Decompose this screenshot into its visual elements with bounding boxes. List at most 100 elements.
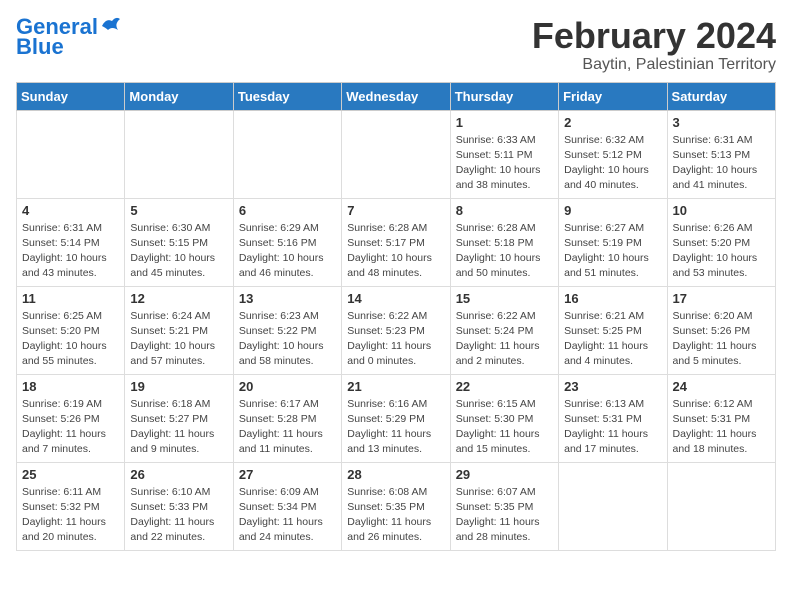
header-row: SundayMondayTuesdayWednesdayThursdayFrid… bbox=[17, 82, 776, 110]
day-number: 7 bbox=[347, 203, 444, 218]
calendar-cell: 11Sunrise: 6:25 AM Sunset: 5:20 PM Dayli… bbox=[17, 286, 125, 374]
day-number: 28 bbox=[347, 467, 444, 482]
cell-info: Sunrise: 6:15 AM Sunset: 5:30 PM Dayligh… bbox=[456, 397, 553, 458]
calendar-cell: 19Sunrise: 6:18 AM Sunset: 5:27 PM Dayli… bbox=[125, 374, 233, 462]
calendar-week-row: 1 Sunrise: 6:33 AM Sunset: 5:11 PM Daylig… bbox=[17, 110, 776, 198]
calendar-cell: 1 Sunrise: 6:33 AM Sunset: 5:11 PM Daylig… bbox=[450, 110, 558, 198]
calendar-cell: 13 Sunrise: 6:23 AM Sunset: 5:22 PM Dayli… bbox=[233, 286, 341, 374]
page-header: General Blue February 2024 Baytin, Pales… bbox=[16, 16, 776, 74]
cell-info: Sunrise: 6:32 AM Sunset: 5:12 PM Dayligh… bbox=[564, 133, 661, 194]
calendar-cell: 10 Sunrise: 6:26 AM Sunset: 5:20 PM Dayli… bbox=[667, 198, 775, 286]
calendar-cell: 4 Sunrise: 6:31 AM Sunset: 5:14 PM Daylig… bbox=[17, 198, 125, 286]
day-number: 18 bbox=[22, 379, 119, 394]
cell-info: Sunrise: 6:13 AM Sunset: 5:31 PM Dayligh… bbox=[564, 397, 661, 458]
calendar-cell: 24Sunrise: 6:12 AM Sunset: 5:31 PM Dayli… bbox=[667, 374, 775, 462]
calendar-week-row: 11Sunrise: 6:25 AM Sunset: 5:20 PM Dayli… bbox=[17, 286, 776, 374]
header-day: Sunday bbox=[17, 82, 125, 110]
day-number: 19 bbox=[130, 379, 227, 394]
day-number: 4 bbox=[22, 203, 119, 218]
calendar-cell bbox=[125, 110, 233, 198]
header-day: Tuesday bbox=[233, 82, 341, 110]
cell-info: Sunrise: 6:19 AM Sunset: 5:26 PM Dayligh… bbox=[22, 397, 119, 458]
calendar-cell: 28 Sunrise: 6:08 AM Sunset: 5:35 PM Dayli… bbox=[342, 462, 450, 550]
day-number: 11 bbox=[22, 291, 119, 306]
day-number: 29 bbox=[456, 467, 553, 482]
calendar-week-row: 4 Sunrise: 6:31 AM Sunset: 5:14 PM Daylig… bbox=[17, 198, 776, 286]
calendar-table: SundayMondayTuesdayWednesdayThursdayFrid… bbox=[16, 82, 776, 551]
day-number: 3 bbox=[673, 115, 770, 130]
calendar-week-row: 18 Sunrise: 6:19 AM Sunset: 5:26 PM Dayli… bbox=[17, 374, 776, 462]
calendar-cell: 8 Sunrise: 6:28 AM Sunset: 5:18 PM Daylig… bbox=[450, 198, 558, 286]
calendar-cell: 26 Sunrise: 6:10 AM Sunset: 5:33 PM Dayli… bbox=[125, 462, 233, 550]
cell-info: Sunrise: 6:23 AM Sunset: 5:22 PM Dayligh… bbox=[239, 309, 336, 370]
cell-info: Sunrise: 6:31 AM Sunset: 5:14 PM Dayligh… bbox=[22, 221, 119, 282]
day-number: 13 bbox=[239, 291, 336, 306]
day-number: 12 bbox=[130, 291, 227, 306]
logo: General Blue bbox=[16, 16, 122, 60]
cell-info: Sunrise: 6:22 AM Sunset: 5:23 PM Dayligh… bbox=[347, 309, 444, 370]
cell-info: Sunrise: 6:20 AM Sunset: 5:26 PM Dayligh… bbox=[673, 309, 770, 370]
cell-info: Sunrise: 6:33 AM Sunset: 5:11 PM Dayligh… bbox=[456, 133, 553, 194]
calendar-body: 1 Sunrise: 6:33 AM Sunset: 5:11 PM Daylig… bbox=[17, 110, 776, 550]
calendar-cell bbox=[559, 462, 667, 550]
cell-info: Sunrise: 6:28 AM Sunset: 5:17 PM Dayligh… bbox=[347, 221, 444, 282]
day-number: 10 bbox=[673, 203, 770, 218]
cell-info: Sunrise: 6:16 AM Sunset: 5:29 PM Dayligh… bbox=[347, 397, 444, 458]
calendar-cell: 3 Sunrise: 6:31 AM Sunset: 5:13 PM Daylig… bbox=[667, 110, 775, 198]
day-number: 27 bbox=[239, 467, 336, 482]
calendar-cell: 2 Sunrise: 6:32 AM Sunset: 5:12 PM Daylig… bbox=[559, 110, 667, 198]
day-number: 14 bbox=[347, 291, 444, 306]
day-number: 8 bbox=[456, 203, 553, 218]
day-number: 23 bbox=[564, 379, 661, 394]
day-number: 26 bbox=[130, 467, 227, 482]
day-number: 21 bbox=[347, 379, 444, 394]
calendar-cell: 12 Sunrise: 6:24 AM Sunset: 5:21 PM Dayli… bbox=[125, 286, 233, 374]
day-number: 20 bbox=[239, 379, 336, 394]
calendar-cell: 9Sunrise: 6:27 AM Sunset: 5:19 PM Daylig… bbox=[559, 198, 667, 286]
calendar-week-row: 25Sunrise: 6:11 AM Sunset: 5:32 PM Dayli… bbox=[17, 462, 776, 550]
cell-info: Sunrise: 6:26 AM Sunset: 5:20 PM Dayligh… bbox=[673, 221, 770, 282]
calendar-cell: 16 Sunrise: 6:21 AM Sunset: 5:25 PM Dayli… bbox=[559, 286, 667, 374]
day-number: 25 bbox=[22, 467, 119, 482]
day-number: 6 bbox=[239, 203, 336, 218]
cell-info: Sunrise: 6:09 AM Sunset: 5:34 PM Dayligh… bbox=[239, 485, 336, 546]
calendar-cell: 17 Sunrise: 6:20 AM Sunset: 5:26 PM Dayli… bbox=[667, 286, 775, 374]
calendar-cell: 23 Sunrise: 6:13 AM Sunset: 5:31 PM Dayli… bbox=[559, 374, 667, 462]
cell-info: Sunrise: 6:24 AM Sunset: 5:21 PM Dayligh… bbox=[130, 309, 227, 370]
calendar-cell: 18 Sunrise: 6:19 AM Sunset: 5:26 PM Dayli… bbox=[17, 374, 125, 462]
calendar-cell bbox=[342, 110, 450, 198]
calendar-cell: 5 Sunrise: 6:30 AM Sunset: 5:15 PM Daylig… bbox=[125, 198, 233, 286]
calendar-header: SundayMondayTuesdayWednesdayThursdayFrid… bbox=[17, 82, 776, 110]
calendar-cell: 21 Sunrise: 6:16 AM Sunset: 5:29 PM Dayli… bbox=[342, 374, 450, 462]
cell-info: Sunrise: 6:17 AM Sunset: 5:28 PM Dayligh… bbox=[239, 397, 336, 458]
header-day: Thursday bbox=[450, 82, 558, 110]
header-day: Friday bbox=[559, 82, 667, 110]
calendar-cell: 22 Sunrise: 6:15 AM Sunset: 5:30 PM Dayli… bbox=[450, 374, 558, 462]
cell-info: Sunrise: 6:28 AM Sunset: 5:18 PM Dayligh… bbox=[456, 221, 553, 282]
calendar-cell bbox=[17, 110, 125, 198]
page-subtitle: Baytin, Palestinian Territory bbox=[532, 56, 776, 74]
cell-info: Sunrise: 6:27 AM Sunset: 5:19 PM Dayligh… bbox=[564, 221, 661, 282]
title-block: February 2024 Baytin, Palestinian Territ… bbox=[532, 16, 776, 74]
calendar-cell bbox=[233, 110, 341, 198]
cell-info: Sunrise: 6:07 AM Sunset: 5:35 PM Dayligh… bbox=[456, 485, 553, 546]
calendar-cell: 20 Sunrise: 6:17 AM Sunset: 5:28 PM Dayli… bbox=[233, 374, 341, 462]
calendar-cell: 7 Sunrise: 6:28 AM Sunset: 5:17 PM Daylig… bbox=[342, 198, 450, 286]
calendar-cell: 6Sunrise: 6:29 AM Sunset: 5:16 PM Daylig… bbox=[233, 198, 341, 286]
day-number: 16 bbox=[564, 291, 661, 306]
day-number: 5 bbox=[130, 203, 227, 218]
cell-info: Sunrise: 6:08 AM Sunset: 5:35 PM Dayligh… bbox=[347, 485, 444, 546]
day-number: 22 bbox=[456, 379, 553, 394]
calendar-cell: 25Sunrise: 6:11 AM Sunset: 5:32 PM Dayli… bbox=[17, 462, 125, 550]
day-number: 2 bbox=[564, 115, 661, 130]
cell-info: Sunrise: 6:31 AM Sunset: 5:13 PM Dayligh… bbox=[673, 133, 770, 194]
day-number: 17 bbox=[673, 291, 770, 306]
calendar-cell: 27 Sunrise: 6:09 AM Sunset: 5:34 PM Dayli… bbox=[233, 462, 341, 550]
cell-info: Sunrise: 6:21 AM Sunset: 5:25 PM Dayligh… bbox=[564, 309, 661, 370]
cell-info: Sunrise: 6:22 AM Sunset: 5:24 PM Dayligh… bbox=[456, 309, 553, 370]
calendar-cell: 14 Sunrise: 6:22 AM Sunset: 5:23 PM Dayli… bbox=[342, 286, 450, 374]
cell-info: Sunrise: 6:30 AM Sunset: 5:15 PM Dayligh… bbox=[130, 221, 227, 282]
header-day: Monday bbox=[125, 82, 233, 110]
cell-info: Sunrise: 6:10 AM Sunset: 5:33 PM Dayligh… bbox=[130, 485, 227, 546]
day-number: 1 bbox=[456, 115, 553, 130]
